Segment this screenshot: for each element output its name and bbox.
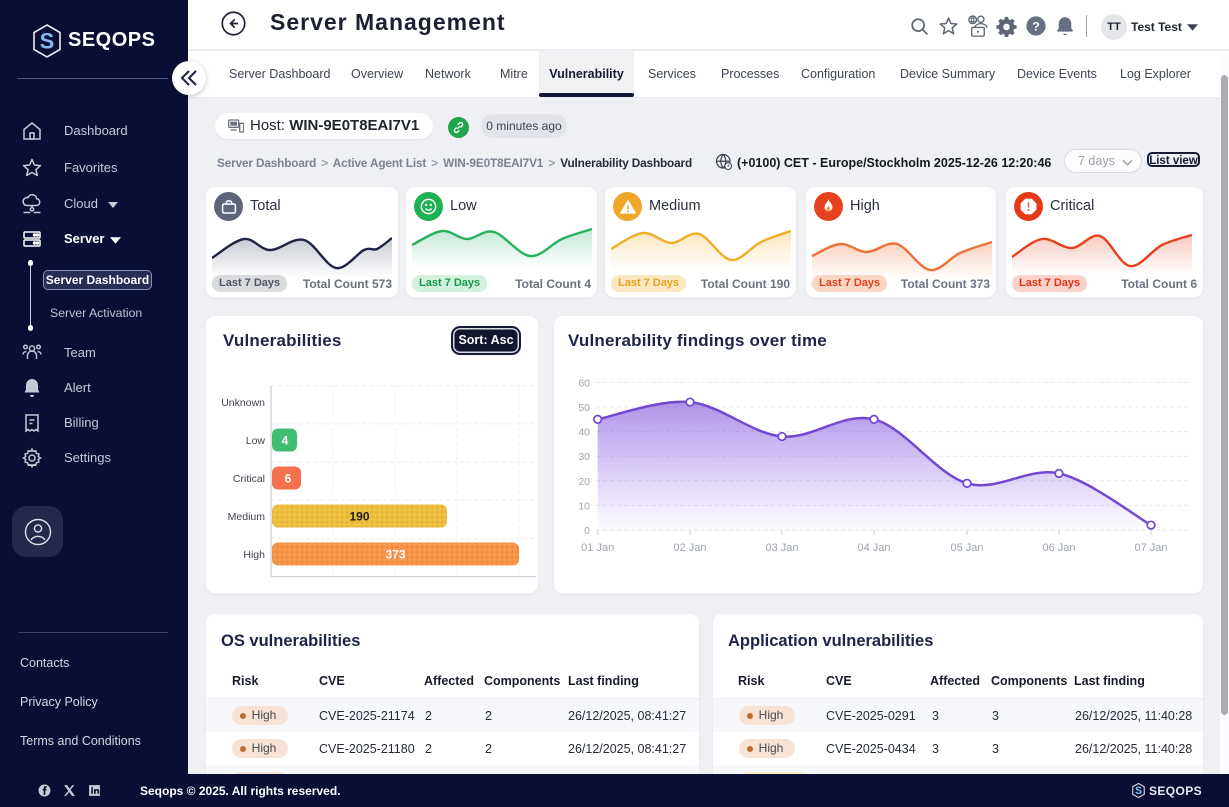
svg-text:01 Jan: 01 Jan	[581, 542, 614, 554]
svg-text:02 Jan: 02 Jan	[673, 542, 706, 554]
svg-text:50: 50	[578, 402, 590, 414]
svg-text:?: ?	[1032, 20, 1040, 34]
svg-text:03 Jan: 03 Jan	[765, 542, 798, 554]
svg-text:Medium: Medium	[228, 511, 266, 523]
svg-text:373: 373	[385, 548, 405, 562]
svg-text:20: 20	[578, 476, 590, 488]
svg-text:High: High	[243, 549, 265, 561]
svg-text:04 Jan: 04 Jan	[857, 542, 890, 554]
svg-text:4: 4	[282, 434, 289, 448]
svg-text:05 Jan: 05 Jan	[950, 542, 983, 554]
svg-text:30: 30	[578, 451, 590, 463]
svg-text:Low: Low	[246, 435, 266, 447]
svg-text:06 Jan: 06 Jan	[1042, 542, 1075, 554]
svg-text:190: 190	[349, 510, 369, 524]
svg-text:07 Jan: 07 Jan	[1134, 542, 1167, 554]
svg-text:60: 60	[578, 377, 590, 389]
svg-text:S: S	[40, 29, 55, 54]
svg-text:Critical: Critical	[233, 473, 265, 485]
svg-text:0: 0	[584, 525, 590, 537]
svg-text:40: 40	[578, 427, 590, 439]
svg-text:6: 6	[285, 472, 292, 486]
svg-text:S: S	[1135, 785, 1142, 797]
svg-text:Unknown: Unknown	[221, 397, 265, 409]
svg-text:10: 10	[578, 500, 590, 512]
